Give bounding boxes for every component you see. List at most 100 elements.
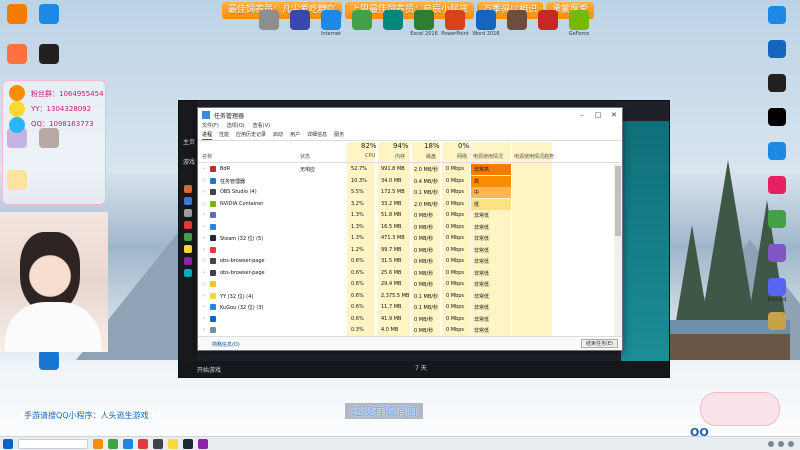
taskbar-app-icon[interactable] xyxy=(183,438,193,449)
desktop-shortcut[interactable] xyxy=(764,312,790,337)
process-row[interactable]: › 0.6% 29.4 MB 0 MB/秒 0 Mbps 非常低 xyxy=(198,279,612,291)
expand-chevron-icon[interactable]: › xyxy=(203,178,205,184)
desktop-shortcut[interactable]: Discord xyxy=(764,278,790,303)
desktop-shortcut[interactable] xyxy=(254,10,284,37)
desktop-shortcut[interactable] xyxy=(764,176,790,201)
expand-chevron-icon[interactable]: › xyxy=(203,304,205,310)
desktop-shortcut[interactable] xyxy=(2,4,32,31)
launcher-app-icon[interactable] xyxy=(184,221,192,229)
taskbar-app-icon[interactable] xyxy=(168,438,178,449)
desktop-shortcut[interactable] xyxy=(2,44,32,71)
taskbar-search-input[interactable] xyxy=(18,438,88,449)
desktop-shortcut[interactable] xyxy=(764,108,790,133)
launcher-app-icon[interactable] xyxy=(184,269,192,277)
desktop-shortcut[interactable] xyxy=(764,210,790,235)
launcher-nav-games[interactable]: 游戏 xyxy=(183,157,195,166)
column-header-network[interactable]: 网络 xyxy=(457,153,467,160)
expand-chevron-icon[interactable]: › xyxy=(203,235,205,241)
expand-chevron-icon[interactable]: › xyxy=(203,189,205,195)
launcher-app-icon[interactable] xyxy=(184,245,192,253)
column-header-memory[interactable]: 内存 xyxy=(395,153,405,160)
process-row[interactable]: › 任务管理器 10.3% 34.0 MB 0.4 MB/秒 0 Mbps 高 xyxy=(198,175,612,188)
process-row[interactable]: › 1.3% 16.5 MB 0 MB/秒 0 Mbps 非常低 xyxy=(198,222,612,234)
menu-view[interactable]: 查看(V) xyxy=(253,122,270,131)
process-row[interactable]: › 0.3% 4.0 MB 0 MB/秒 0 Mbps 非常低 xyxy=(198,325,612,336)
tray-icon[interactable] xyxy=(768,440,774,447)
end-task-button[interactable]: 结束任务(E) xyxy=(580,339,618,348)
expand-chevron-icon[interactable]: › xyxy=(203,327,205,333)
desktop-shortcut[interactable] xyxy=(764,74,790,99)
expand-chevron-icon[interactable]: › xyxy=(203,293,205,299)
desktop-shortcut[interactable] xyxy=(764,142,790,167)
process-row[interactable]: › obs-browser-page 0.6% 31.5 MB 0 MB/秒 0 Mbps… xyxy=(198,256,612,268)
column-header-power[interactable]: 电源使用情况 xyxy=(473,153,503,160)
taskbar-app-icon[interactable] xyxy=(153,438,163,449)
tab-startup[interactable]: 启动 xyxy=(273,131,283,140)
launcher-nav-home[interactable]: 主页 xyxy=(183,137,195,146)
process-row[interactable]: › YY (32 位) (4) 0.6% 2,375.5 MB 0.1 MB/秒 0 Mb… xyxy=(198,291,612,303)
expand-chevron-icon[interactable]: › xyxy=(203,201,205,207)
menu-options[interactable]: 选项(O) xyxy=(227,122,245,131)
expand-chevron-icon[interactable]: › xyxy=(203,281,205,287)
desktop-shortcut[interactable] xyxy=(34,350,64,377)
maximize-icon[interactable]: □ xyxy=(590,111,606,119)
memory-usage-total[interactable]: 94% xyxy=(393,142,409,150)
expand-chevron-icon[interactable]: › xyxy=(203,166,205,172)
tray-icon[interactable] xyxy=(788,440,794,447)
process-row[interactable]: › 1.3% 51.8 MB 0 MB/秒 0 Mbps 非常低 xyxy=(198,210,612,222)
column-header-power-trend[interactable]: 电源使用情况趋势 xyxy=(514,153,554,160)
taskbar-app-icon[interactable] xyxy=(198,438,208,449)
taskbar-app-icon[interactable] xyxy=(123,438,133,449)
process-row[interactable]: › obs-browser-page 0.6% 25.6 MB 0 MB/秒 0 Mbps… xyxy=(198,268,612,280)
disk-usage-total[interactable]: 18% xyxy=(424,142,440,150)
desktop-shortcut[interactable]: PowerPoint xyxy=(440,10,470,37)
process-row[interactable]: › KuGou (32 位) (3) 0.6% 11.7 MB 0.1 MB/秒 0 Mb… xyxy=(198,302,612,314)
taskbar-app-icon[interactable] xyxy=(138,438,148,449)
minimize-icon[interactable]: – xyxy=(574,111,590,119)
tray-icon[interactable] xyxy=(778,440,784,447)
expand-chevron-icon[interactable]: › xyxy=(203,270,205,276)
process-row[interactable]: › OBS Studio (4) 5.5% 172.5 MB 0.1 MB/秒 0 Mbp… xyxy=(198,187,612,199)
desktop-shortcut[interactable] xyxy=(533,10,563,37)
column-header-disk[interactable]: 磁盘 xyxy=(426,153,436,160)
task-manager-titlebar[interactable]: 任务管理器 – □ ✕ xyxy=(198,108,622,122)
fewer-details-link[interactable]: 简略信息(D) xyxy=(212,341,240,348)
process-row[interactable]: › 1.2% 99.7 MB 0 MB/秒 0 Mbps 非常低 xyxy=(198,245,612,257)
start-button[interactable] xyxy=(3,438,13,449)
close-icon[interactable]: ✕ xyxy=(606,111,622,119)
process-row[interactable]: › Steam (32 位) (5) 1.3% 471.3 MB 0 MB/秒 0 Mbp… xyxy=(198,233,612,245)
expand-chevron-icon[interactable]: › xyxy=(203,224,205,230)
desktop-shortcut[interactable] xyxy=(285,10,315,37)
tab-performance[interactable]: 性能 xyxy=(219,131,229,140)
process-row[interactable]: › NVIDIA Container 3.2% 33.2 MB 2.0 MB/秒 0 Mb… xyxy=(198,198,612,211)
desktop-shortcut[interactable] xyxy=(502,10,532,37)
start-game-button[interactable]: 开始游戏 xyxy=(197,365,221,374)
launcher-app-icon[interactable] xyxy=(184,185,192,193)
menu-file[interactable]: 文件(F) xyxy=(202,122,219,131)
expand-chevron-icon[interactable]: › xyxy=(203,247,205,253)
tab-app-history[interactable]: 应用历史记录 xyxy=(236,131,266,140)
desktop-shortcut[interactable] xyxy=(34,4,64,31)
tab-processes[interactable]: 进程 xyxy=(202,131,213,140)
network-usage-total[interactable]: 0% xyxy=(458,142,469,150)
expand-chevron-icon[interactable]: › xyxy=(203,258,205,264)
expand-chevron-icon[interactable]: › xyxy=(203,316,205,322)
cpu-usage-total[interactable]: 82% xyxy=(361,142,377,150)
scrollbar-thumb[interactable] xyxy=(615,166,621,236)
process-row[interactable]: › BdR 无响应 52.7% 991.8 MB 2.0 MB/秒 0 Mbps 非常高 xyxy=(198,164,612,176)
launcher-app-icon[interactable] xyxy=(184,209,192,217)
desktop-shortcut[interactable] xyxy=(764,244,790,269)
process-row[interactable]: › 0.6% 41.9 MB 0 MB/秒 0 Mbps 非常低 xyxy=(198,314,612,326)
tab-services[interactable]: 服务 xyxy=(334,131,344,140)
desktop-shortcut[interactable] xyxy=(347,10,377,37)
launcher-app-icon[interactable] xyxy=(184,257,192,265)
desktop-shortcut[interactable]: Internet Explorer xyxy=(316,10,346,37)
launcher-app-icon[interactable] xyxy=(184,233,192,241)
desktop-shortcut[interactable]: GeForce Experience xyxy=(564,10,594,37)
desktop-shortcut[interactable] xyxy=(378,10,408,37)
column-header-cpu[interactable]: CPU xyxy=(365,153,375,159)
task-manager-window[interactable]: 任务管理器 – □ ✕ 文件(F) 选项(O) 查看(V) 进程 性能 应用历史… xyxy=(197,107,623,351)
desktop-shortcut[interactable] xyxy=(764,6,790,31)
expand-chevron-icon[interactable]: › xyxy=(203,212,205,218)
launcher-app-icon[interactable] xyxy=(184,197,192,205)
